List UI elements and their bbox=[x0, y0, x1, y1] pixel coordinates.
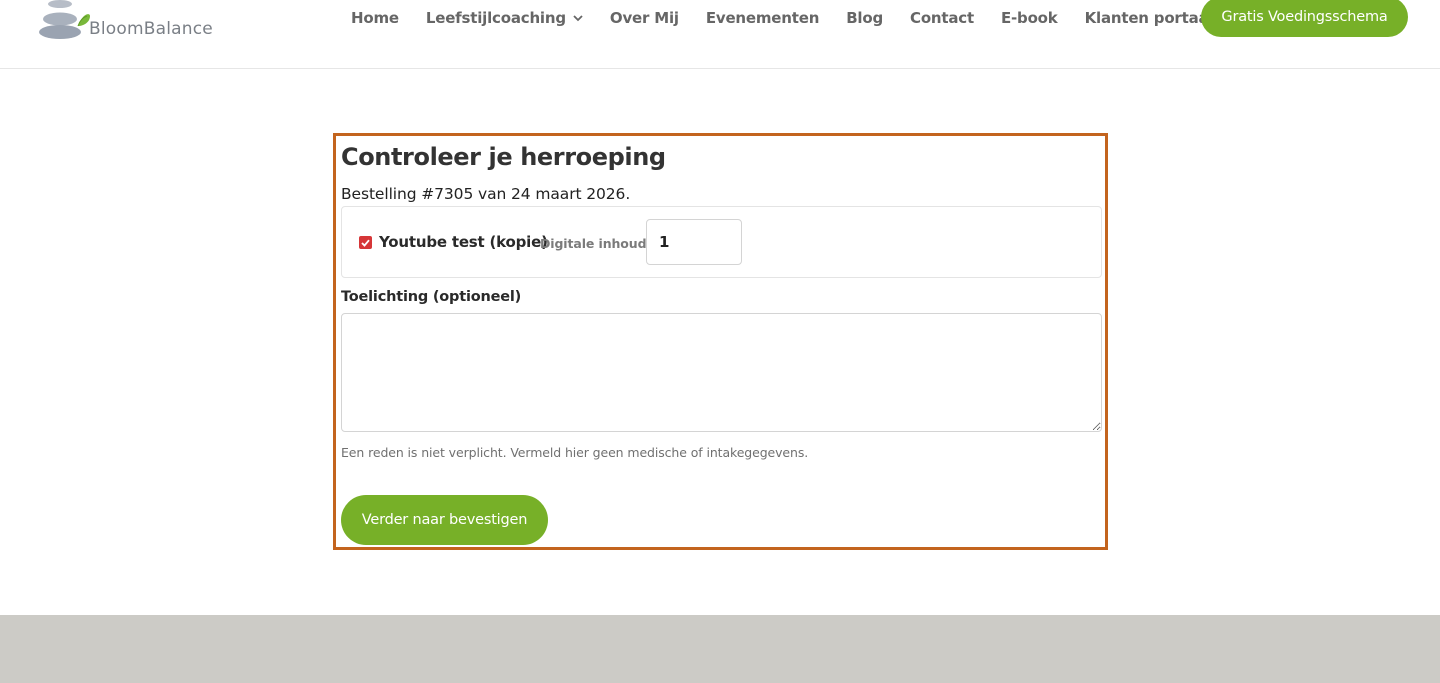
continue-to-confirm-button[interactable]: Verder naar bevestigen bbox=[341, 495, 548, 545]
item-type: Digitale inhoud bbox=[540, 236, 647, 251]
nav-item-contact[interactable]: Contact bbox=[910, 9, 974, 27]
item-name: Youtube test (kopie) bbox=[379, 233, 548, 251]
nav-item-home[interactable]: Home bbox=[351, 9, 399, 27]
quantity-input[interactable] bbox=[646, 219, 742, 265]
nav-item-evenementen[interactable]: Evenementen bbox=[706, 9, 820, 27]
comment-hint: Een reden is niet verplicht. Vermeld hie… bbox=[341, 445, 809, 460]
brand-name: BloomBalance bbox=[89, 19, 213, 39]
comment-textarea[interactable] bbox=[341, 313, 1102, 432]
nav-item-e-book[interactable]: E-book bbox=[1001, 9, 1058, 27]
comment-label: Toelichting (optioneel) bbox=[341, 289, 522, 305]
nav-item-over-mij[interactable]: Over Mij bbox=[610, 9, 679, 27]
order-item-row: Youtube test (kopie) Digitale inhoud bbox=[341, 206, 1102, 278]
nav-item-leefstijlcoaching[interactable]: Leefstijlcoaching bbox=[426, 9, 583, 27]
site-footer bbox=[0, 615, 1440, 683]
order-reference: Bestelling #7305 van 24 maart 2026. bbox=[341, 185, 631, 203]
free-nutrition-plan-button[interactable]: Gratis Voedingsschema bbox=[1201, 0, 1408, 37]
nav-item-klanten-portaal[interactable]: Klanten portaal bbox=[1085, 9, 1214, 27]
site-header: BloomBalance Home Leefstijlcoaching Over… bbox=[0, 0, 1440, 69]
site-logo[interactable]: BloomBalance bbox=[38, 0, 238, 44]
chevron-down-icon bbox=[573, 14, 583, 22]
page-title: Controleer je herroeping bbox=[341, 143, 666, 171]
item-checkbox[interactable] bbox=[359, 236, 372, 249]
main-nav: Home Leefstijlcoaching Over Mij Evenemen… bbox=[351, 0, 1240, 36]
checkmark-icon bbox=[361, 239, 370, 247]
withdrawal-review-form: Controleer je herroeping Bestelling #730… bbox=[333, 133, 1108, 550]
nav-item-blog[interactable]: Blog bbox=[846, 9, 883, 27]
nav-item-label: Leefstijlcoaching bbox=[425, 9, 566, 27]
